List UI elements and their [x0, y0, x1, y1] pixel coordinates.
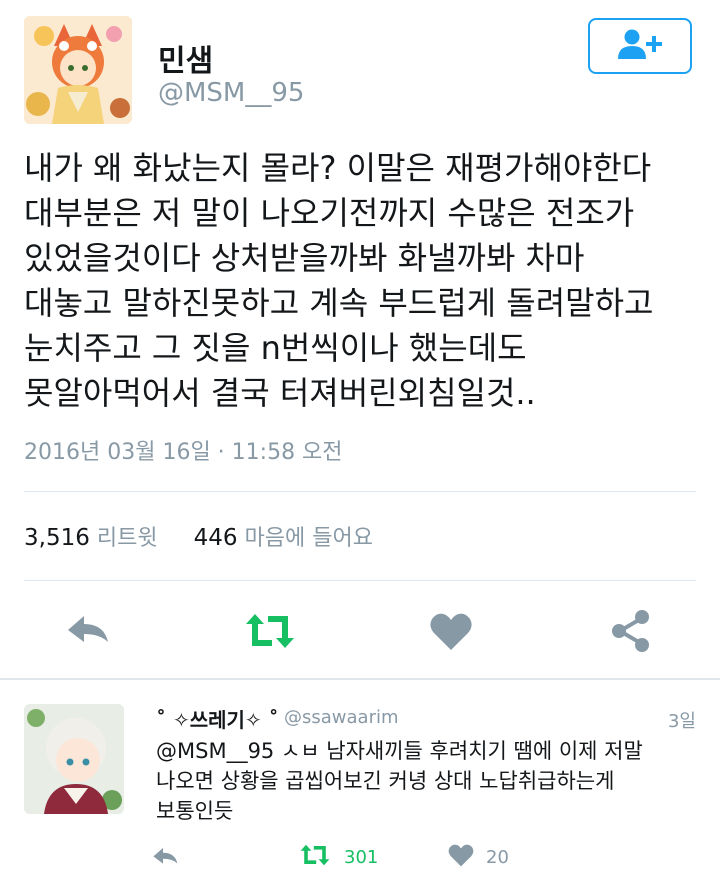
user-handle[interactable]: @MSM__95 [158, 78, 304, 108]
likes-count[interactable]: 446 [194, 525, 238, 551]
reply-icon[interactable] [64, 606, 114, 656]
reply-retweet-count: 301 [344, 846, 379, 868]
avatar[interactable] [24, 16, 132, 124]
reply-action-bar: 301 20 [150, 840, 570, 874]
follow-button[interactable] [588, 18, 692, 74]
reply-reply-icon[interactable] [150, 840, 182, 874]
reply-user-name[interactable]: ˚ ✧쓰레기✧ ˚ [156, 704, 279, 733]
tweet-timestamp: 2016년 03월 16일 · 11:58 오전 [24, 440, 343, 465]
reply-avatar[interactable] [24, 704, 124, 814]
tweet-action-bar [24, 600, 696, 660]
section-divider [0, 678, 720, 680]
heart-icon [446, 840, 476, 874]
retweets-label[interactable]: 리트윗 [97, 526, 158, 551]
tweet-header: 민샘 @MSM__95 [24, 16, 696, 128]
divider [24, 491, 696, 492]
tweet-text: 내가 왜 화났는지 몰라? 이말은 재평가해야한다 대부분은 저 말이 나오기전… [24, 149, 654, 412]
retweet-icon[interactable] [242, 606, 298, 656]
reply-like-button[interactable]: 20 [446, 840, 509, 874]
reply-text: @MSM__95 ㅅㅂ 남자새끼들 후려치기 땜에 이제 저말 나오면 상황을 … [156, 739, 643, 823]
share-icon[interactable] [606, 606, 656, 656]
reply-time: 3일 [667, 711, 696, 732]
user-name[interactable]: 민샘 [158, 36, 213, 80]
follow-user-icon [614, 28, 666, 64]
reply-like-count: 20 [486, 846, 509, 868]
divider [24, 580, 696, 581]
reply-user-handle[interactable]: @ssawaarim [284, 707, 399, 728]
retweet-icon [296, 840, 334, 874]
likes-label[interactable]: 마음에 들어요 [245, 526, 373, 551]
retweets-count[interactable]: 3,516 [24, 525, 90, 551]
reply-tweet[interactable]: ˚ ✧쓰레기✧ ˚ @ssawaarim 3일 @MSM__95 ㅅㅂ 남자새끼… [24, 700, 696, 883]
tweet-stats: 3,516 리트윗 446 마음에 들어요 [24, 520, 373, 552]
reply-retweet-button[interactable]: 301 [296, 840, 378, 874]
heart-icon[interactable] [426, 606, 476, 656]
